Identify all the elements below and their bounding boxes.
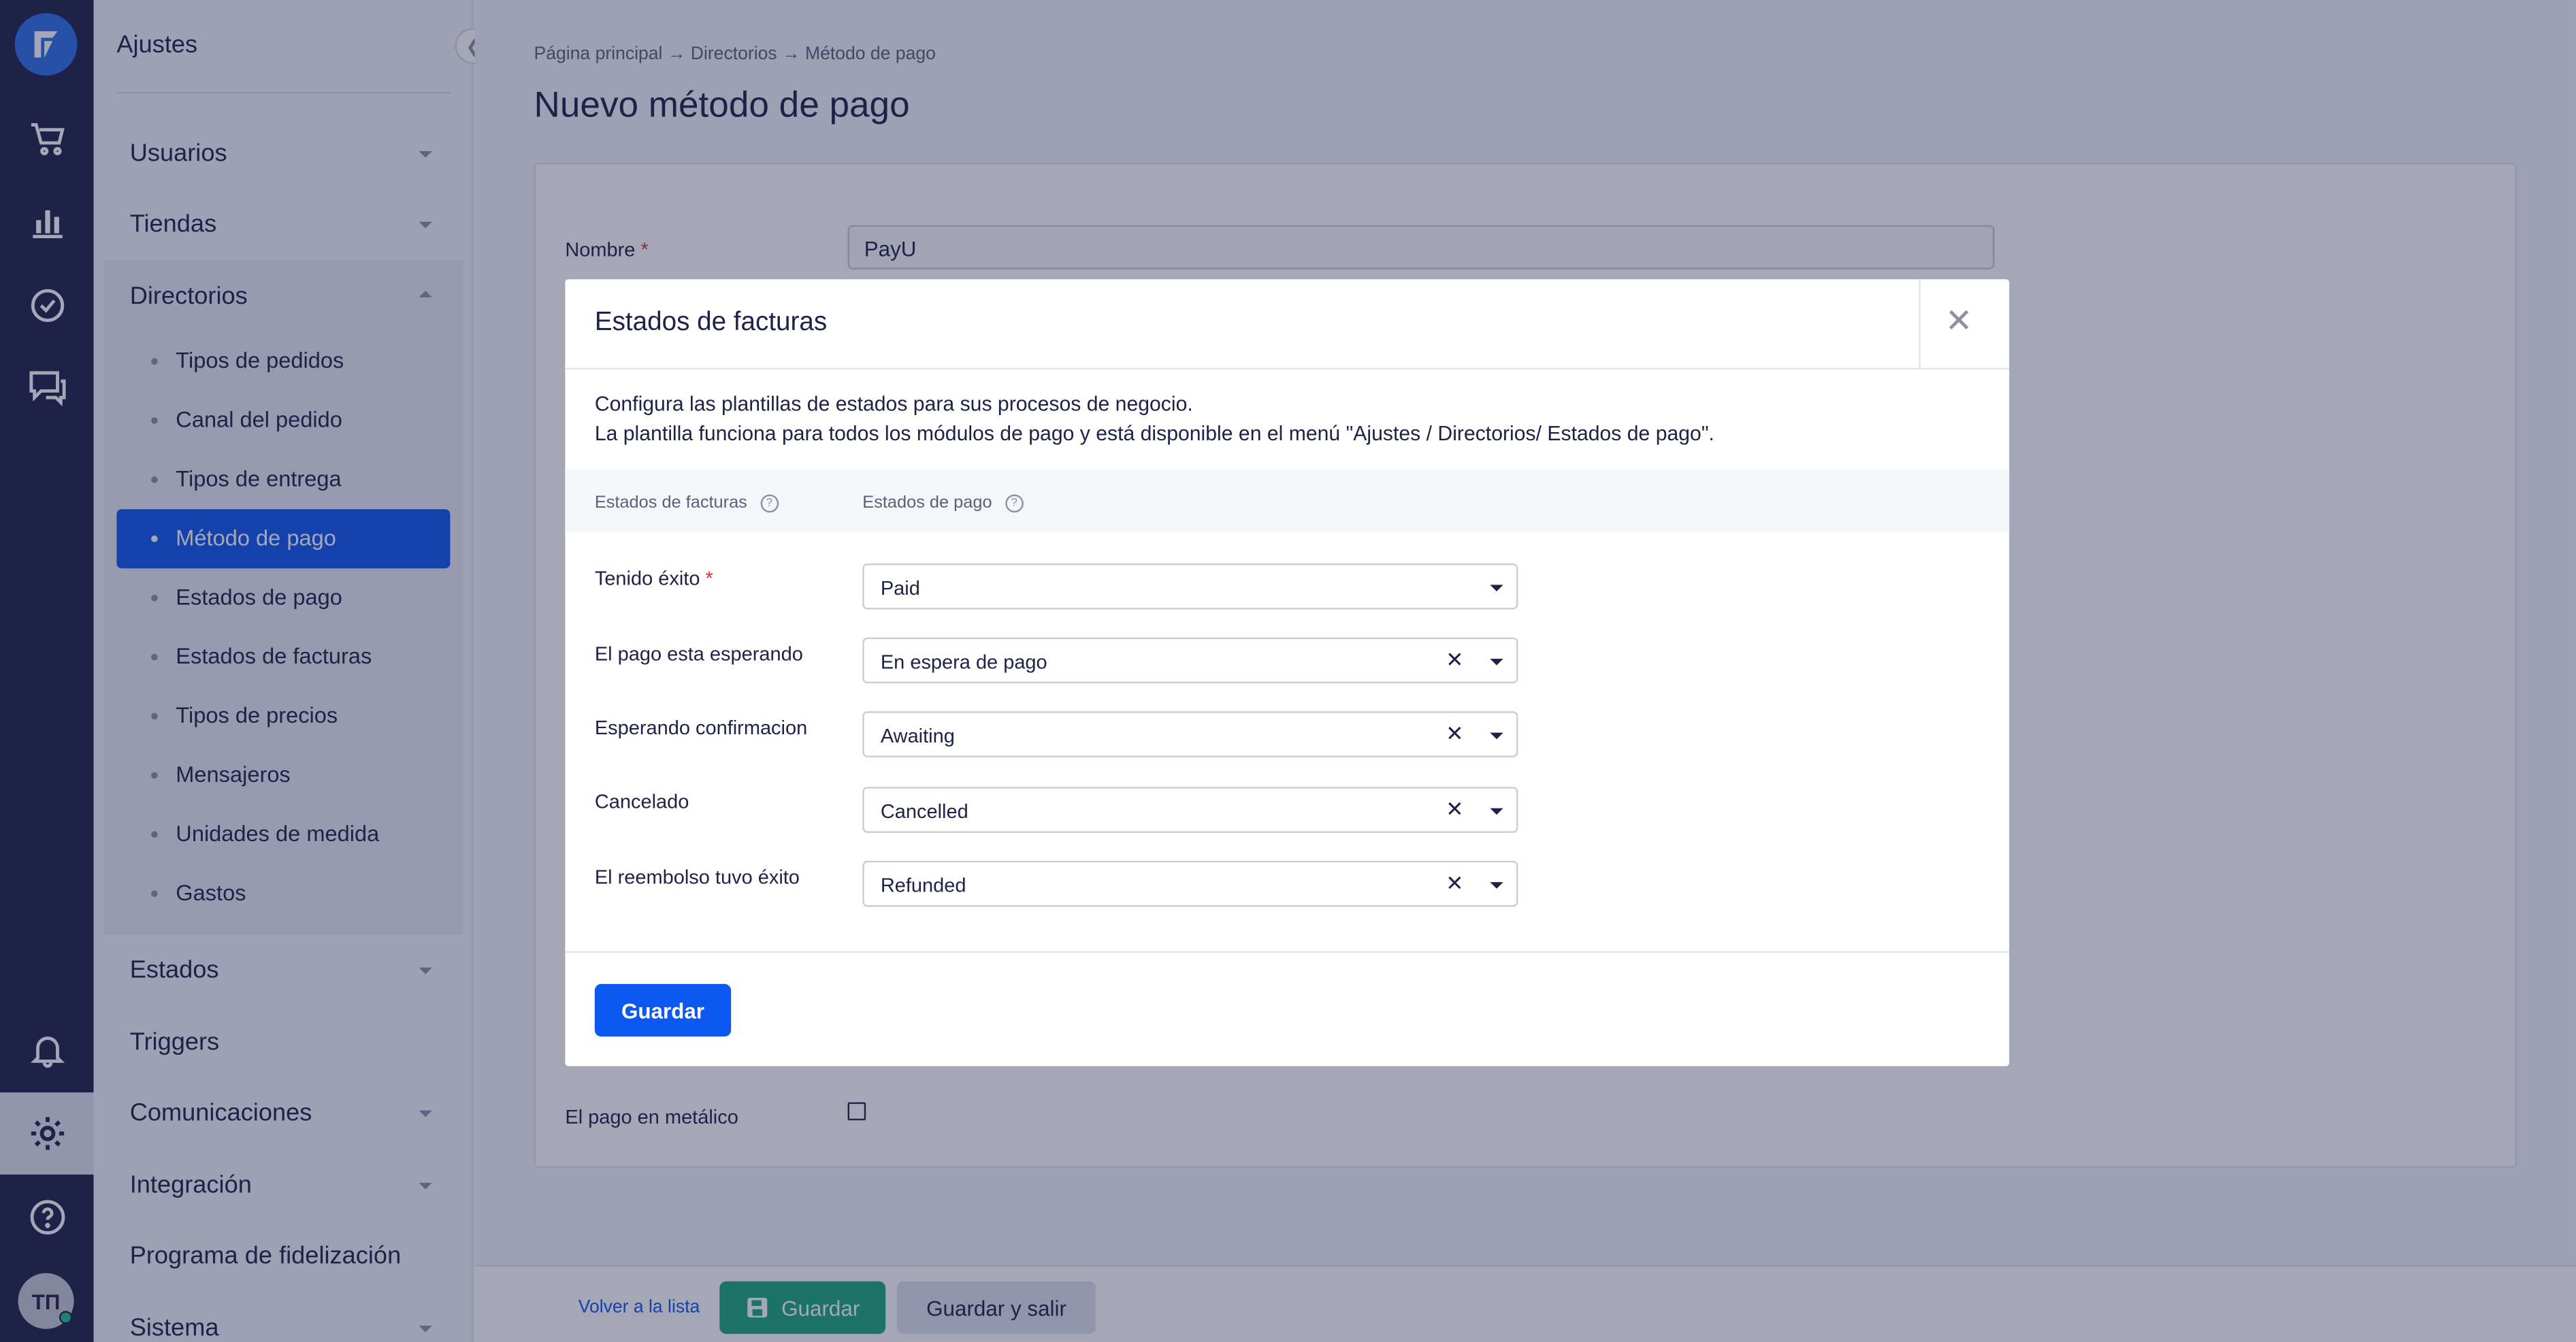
select-value: Paid xyxy=(880,576,920,600)
select-refunded[interactable]: Refunded ✕ xyxy=(862,860,1518,907)
select-value: Awaiting xyxy=(880,724,955,748)
app: ТП Ajustes Usuarios Tiendas Directorios … xyxy=(0,0,2576,1342)
modal-description-line2: La plantilla funciona para todos los mód… xyxy=(594,422,1714,446)
invoice-states-modal: Estados de facturas ✕ Configura las plan… xyxy=(565,279,2010,1066)
row-label-refunded: El reembolso tuvo éxito xyxy=(594,866,800,889)
row-label-waiting: El pago esta esperando xyxy=(594,642,803,666)
select-value: Cancelled xyxy=(880,800,968,823)
close-icon[interactable]: ✕ xyxy=(1945,304,1972,340)
modal-save-button[interactable]: Guardar xyxy=(594,983,732,1037)
modal-description-line1: Configura las plantillas de estados para… xyxy=(594,392,1193,416)
column-header-payment-states: Estados de pago ? xyxy=(862,493,1024,512)
select-awaiting-confirmation[interactable]: Awaiting ✕ xyxy=(862,711,1518,757)
select-cancelled[interactable]: Cancelled ✕ xyxy=(862,787,1518,833)
help-icon[interactable]: ? xyxy=(1005,493,1024,512)
dropdown-arrow-icon xyxy=(1490,585,1503,592)
clear-icon[interactable]: ✕ xyxy=(1446,870,1463,897)
dropdown-arrow-icon xyxy=(1490,732,1503,740)
modal-title: Estados de facturas xyxy=(594,308,828,337)
help-icon[interactable]: ? xyxy=(760,493,779,512)
dropdown-arrow-icon xyxy=(1490,808,1503,815)
modal-divider xyxy=(565,367,2010,370)
clear-icon[interactable]: ✕ xyxy=(1446,647,1463,674)
select-value: Refunded xyxy=(880,874,966,897)
modal-footer-divider xyxy=(565,951,2010,953)
select-value: En espera de pago xyxy=(880,650,1047,674)
clear-icon[interactable]: ✕ xyxy=(1446,721,1463,748)
select-success[interactable]: Paid xyxy=(862,563,1518,610)
clear-icon[interactable]: ✕ xyxy=(1446,797,1463,823)
row-label-cancelled: Cancelado xyxy=(594,790,689,813)
dropdown-arrow-icon xyxy=(1490,658,1503,666)
column-header-invoice-states: Estados de facturas ? xyxy=(595,493,779,512)
table-header: Estados de facturas ? Estados de pago ? xyxy=(565,470,2010,533)
dropdown-arrow-icon xyxy=(1490,882,1503,889)
select-waiting[interactable]: En espera de pago ✕ xyxy=(862,637,1518,684)
row-label-success: Tenido éxito * xyxy=(594,566,713,590)
row-label-awaiting-confirmation: Esperando confirmacion xyxy=(594,716,808,740)
modal-close-separator xyxy=(1919,279,1921,368)
